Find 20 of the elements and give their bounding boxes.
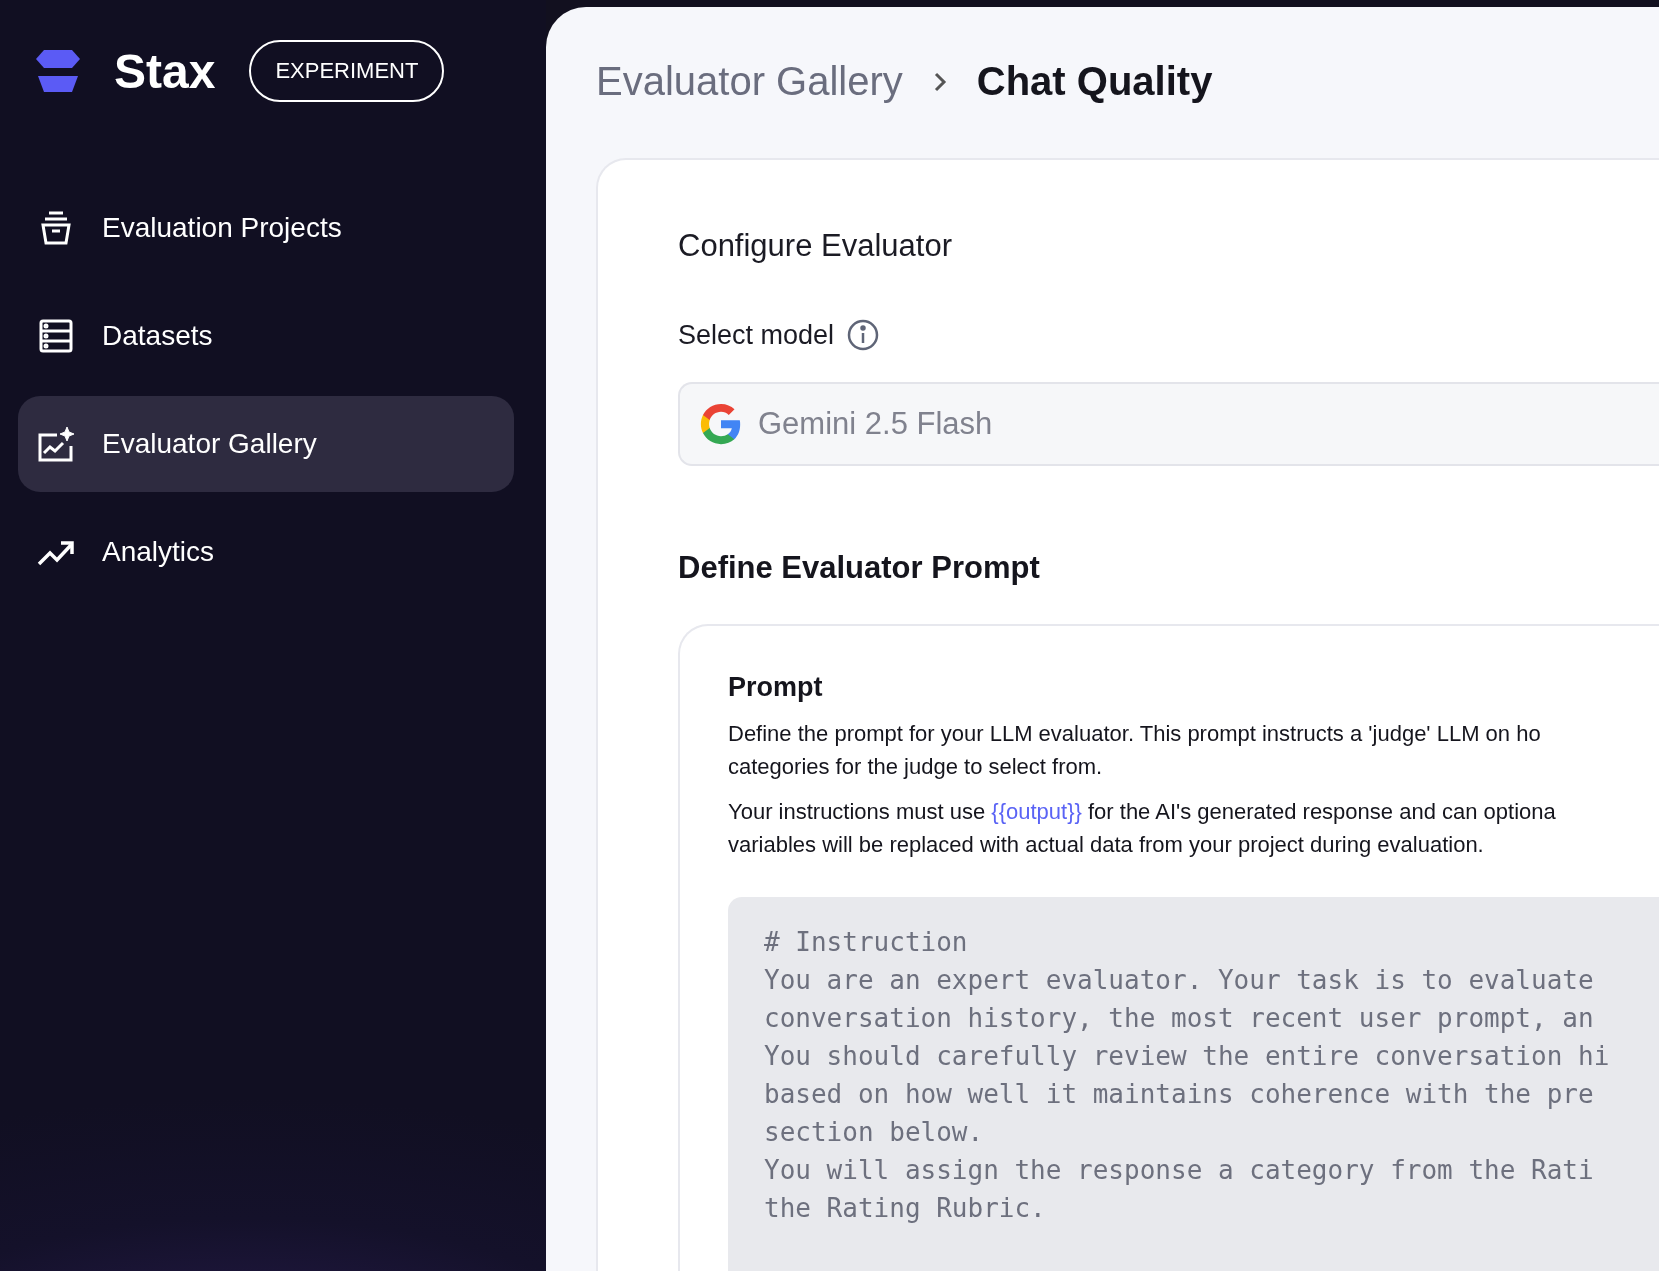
- logo-icon: [34, 48, 82, 94]
- nav-item[interactable]: Evaluator Gallery: [18, 396, 514, 492]
- sparkle-chart-icon: [36, 426, 76, 462]
- info-icon[interactable]: [846, 318, 881, 352]
- card-title: Prompt: [728, 672, 824, 703]
- nav-item[interactable]: Evaluation Projects: [18, 180, 514, 276]
- chevron-right-icon: [932, 70, 947, 93]
- section-title: Configure Evaluator: [678, 228, 953, 264]
- model-select[interactable]: Gemini 2.5 Flash: [678, 382, 1659, 466]
- breadcrumb-item[interactable]: Evaluator Gallery: [596, 59, 903, 104]
- breadcrumb-item: Chat Quality: [976, 59, 1213, 104]
- description-text: Define the prompt for your LLM evaluator. This prompt instructs a 'judge' LLM on ho categories for the judge to select from.: [728, 720, 1542, 781]
- field-label: Select model: [678, 319, 835, 351]
- nav-item[interactable]: Analytics: [18, 504, 514, 600]
- description-text: Your instructions must use {{output}} for the AI's generated response and can optiona variables will be replaced with actual data from your project during evaluation.: [728, 798, 1557, 859]
- experiment-badge: EXPERIMENT: [249, 40, 445, 102]
- prompt-editor[interactable]: # Instruction You are an expert evaluator. Your task is to evaluate conversation history, the most recent user prompt, an You should carefully review the entire conversation hi based on how well it maintains coherence with the pre section below. You will assign the response a category from the Rati the Rating Rubric.: [728, 897, 1659, 1271]
- nav-item[interactable]: Datasets: [18, 288, 514, 384]
- section-title: Define Evaluator Prompt: [678, 550, 1041, 586]
- brand-name: Stax: [114, 43, 216, 99]
